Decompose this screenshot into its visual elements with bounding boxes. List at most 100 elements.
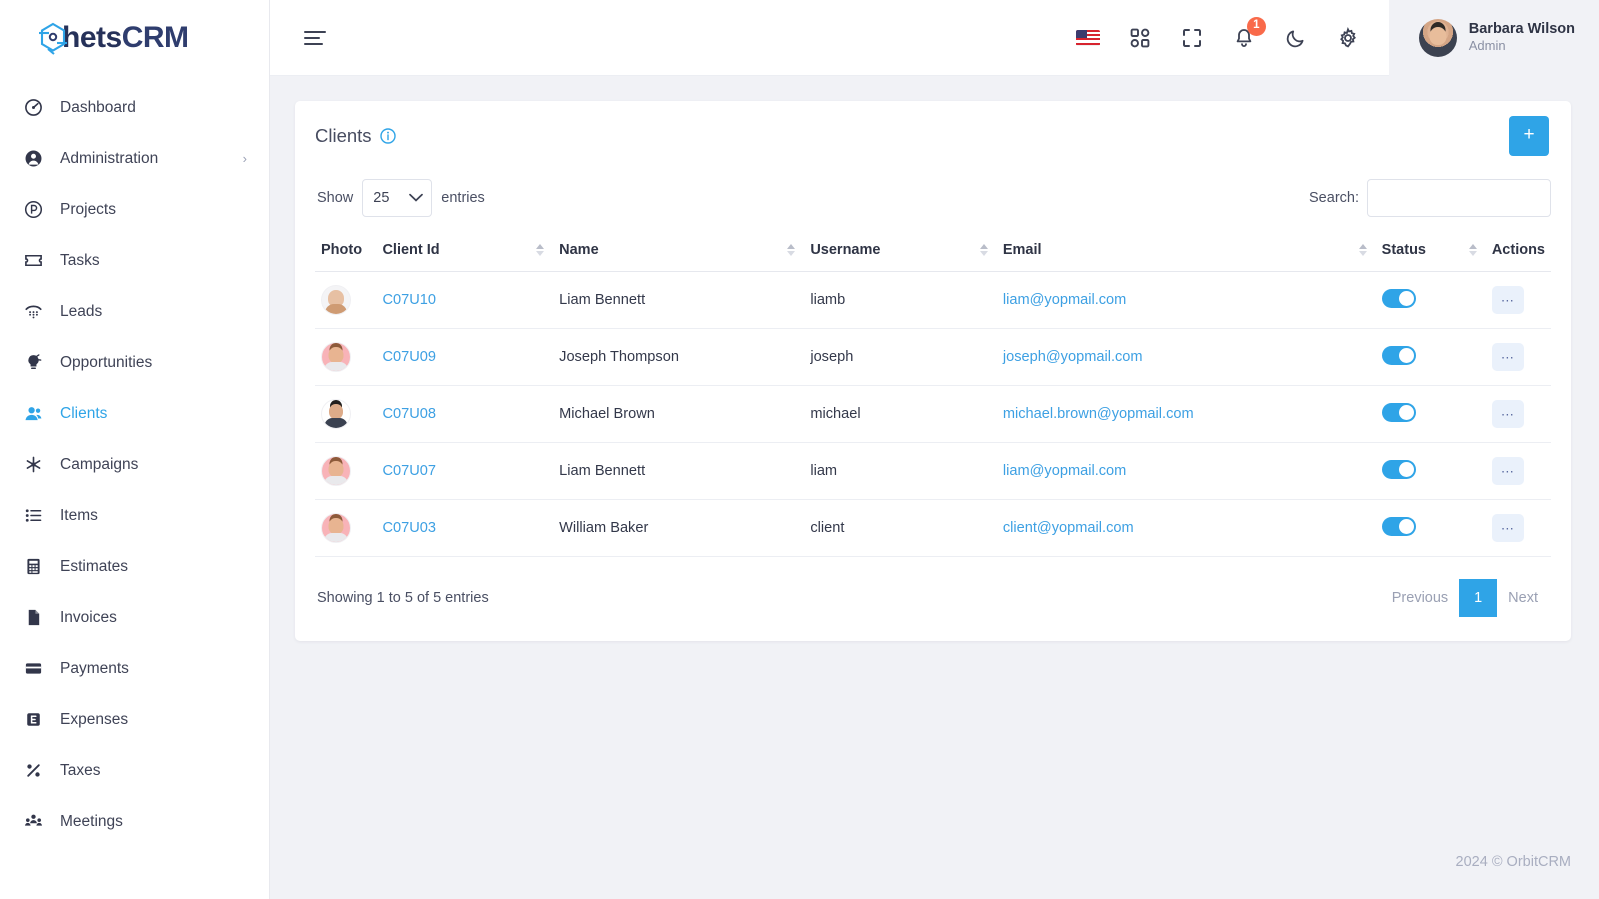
page-length-select[interactable]: 10 25 50 100	[362, 179, 433, 217]
cell-username: michael	[804, 385, 997, 443]
th-photo: Photo	[315, 231, 377, 272]
sidebar-nav: Dashboard Administration › Projects Task…	[0, 76, 269, 847]
app-root: hetsCRM Dashboard Administration › Proje…	[0, 0, 1599, 899]
entries-label: entries	[441, 190, 485, 206]
page-title: Clients	[315, 125, 396, 147]
sidebar-item-projects[interactable]: Projects	[0, 184, 269, 235]
th-email[interactable]: Email	[996, 231, 1376, 272]
client-id-link[interactable]: C07U08	[382, 406, 436, 422]
sidebar-item-estimates[interactable]: Estimates	[0, 541, 269, 592]
th-username[interactable]: Username	[804, 231, 997, 272]
cell-status	[1375, 328, 1486, 386]
cell-client-id: C07U07	[376, 442, 554, 500]
cell-photo	[315, 271, 377, 329]
sidebar-item-campaigns[interactable]: Campaigns	[0, 439, 269, 490]
email-link[interactable]: liam@yopmail.com	[1003, 292, 1126, 308]
sidebar-item-meetings[interactable]: Meetings	[0, 796, 269, 847]
sidebar-item-taxes[interactable]: Taxes	[0, 745, 269, 796]
lightbulb-icon	[24, 353, 50, 372]
sidebar-item-label: Taxes	[60, 761, 101, 779]
row-actions-button[interactable]: ⋯	[1491, 286, 1524, 314]
pagination-page-1[interactable]: 1	[1459, 579, 1498, 617]
moon-dark-mode-icon[interactable]	[1283, 25, 1309, 51]
email-link[interactable]: liam@yopmail.com	[1003, 463, 1126, 479]
language-flag-us-icon[interactable]	[1075, 25, 1101, 51]
search-input[interactable]	[1367, 179, 1551, 217]
content-area: Clients + Show 10	[270, 76, 1599, 825]
sidebar-item-leads[interactable]: Leads	[0, 286, 269, 337]
email-link[interactable]: joseph@yopmail.com	[1003, 349, 1143, 365]
cell-email: client@yopmail.com	[996, 499, 1376, 557]
bell-icon[interactable]: 1	[1231, 16, 1266, 51]
cell-actions: ⋯	[1485, 328, 1551, 386]
row-actions-button[interactable]: ⋯	[1491, 457, 1524, 485]
user-profile-menu[interactable]: Barbara Wilson Admin	[1388, 0, 1599, 76]
sidebar-item-label: Campaigns	[60, 455, 139, 473]
row-actions-button[interactable]: ⋯	[1491, 400, 1524, 428]
apps-grid-icon[interactable]	[1127, 25, 1153, 51]
status-toggle[interactable]	[1381, 288, 1416, 308]
th-status[interactable]: Status	[1375, 231, 1486, 272]
status-toggle[interactable]	[1381, 459, 1416, 479]
sidebar-item-expenses[interactable]: Expenses	[0, 694, 269, 745]
search-label: Search:	[1309, 190, 1359, 206]
info-circle-icon[interactable]	[379, 127, 396, 144]
sidebar-item-label: Leads	[60, 302, 103, 320]
main-area: 1 Barbara Wilson Admin Clients + Show 25…	[270, 0, 1599, 899]
clients-card: Clients + Show 10	[295, 101, 1571, 641]
cell-photo	[315, 385, 377, 443]
topbar: 1 Barbara Wilson Admin	[270, 0, 1599, 76]
add-client-button[interactable]: +	[1509, 115, 1549, 156]
datatable-controls: Show 10 25 50 100	[315, 170, 1551, 231]
topbar-icon-group: 1	[1075, 16, 1389, 51]
row-actions-button[interactable]: ⋯	[1491, 343, 1524, 371]
avatar	[1418, 18, 1457, 57]
sidebar: hetsCRM Dashboard Administration › Proje…	[0, 0, 270, 899]
sidebar-item-items[interactable]: Items	[0, 490, 269, 541]
hamburger-icon[interactable]	[300, 23, 330, 53]
notification-badge: 1	[1246, 16, 1266, 36]
pagination-previous[interactable]: Previous	[1381, 579, 1459, 617]
th-label: Username	[810, 242, 881, 258]
brand-logo[interactable]: hetsCRM	[0, 0, 269, 76]
cell-username: liam	[804, 442, 997, 500]
gear-settings-icon[interactable]	[1335, 25, 1361, 51]
cell-actions: ⋯	[1485, 385, 1551, 443]
client-id-link[interactable]: C07U03	[382, 520, 436, 536]
cell-email: liam@yopmail.com	[996, 442, 1376, 500]
sidebar-item-opportunities[interactable]: Opportunities	[0, 337, 269, 388]
status-toggle[interactable]	[1381, 402, 1416, 422]
cell-name: Joseph Thompson	[553, 328, 805, 386]
sidebar-item-invoices[interactable]: Invoices	[0, 592, 269, 643]
cell-status	[1375, 499, 1486, 557]
cell-email: joseph@yopmail.com	[996, 328, 1376, 386]
email-link[interactable]: client@yopmail.com	[1003, 520, 1134, 536]
th-client-id[interactable]: Client Id	[376, 231, 554, 272]
sidebar-item-tasks[interactable]: Tasks	[0, 235, 269, 286]
pagination-next[interactable]: Next	[1497, 579, 1549, 617]
table-row: C07U07 Liam Bennett liam liam@yopmail.co…	[315, 442, 1551, 500]
row-actions-button[interactable]: ⋯	[1491, 514, 1524, 542]
sort-arrows-icon	[784, 244, 798, 256]
status-toggle[interactable]	[1381, 516, 1416, 536]
page-length-select-wrap: 10 25 50 100	[362, 179, 433, 217]
status-toggle[interactable]	[1381, 345, 1416, 365]
sidebar-item-dashboard[interactable]: Dashboard	[0, 82, 269, 133]
client-id-link[interactable]: C07U07	[382, 463, 436, 479]
sidebar-item-administration[interactable]: Administration ›	[0, 133, 269, 184]
people-group-icon	[24, 812, 50, 831]
cell-username: liamb	[804, 271, 997, 329]
card-title-text: Clients	[315, 124, 372, 146]
page-footer: 2024 © OrbitCRM	[270, 825, 1599, 899]
user-role: Admin	[1468, 38, 1506, 54]
cell-photo	[315, 499, 377, 557]
fullscreen-icon[interactable]	[1179, 25, 1205, 51]
client-id-link[interactable]: C07U10	[382, 292, 436, 308]
sidebar-item-clients[interactable]: Clients	[0, 388, 269, 439]
client-id-link[interactable]: C07U09	[382, 349, 436, 365]
sidebar-item-payments[interactable]: Payments	[0, 643, 269, 694]
table-info-text: Showing 1 to 5 of 5 entries	[317, 590, 489, 606]
th-name[interactable]: Name	[553, 231, 805, 272]
th-label: Photo	[321, 242, 363, 258]
email-link[interactable]: michael.brown@yopmail.com	[1003, 406, 1194, 422]
